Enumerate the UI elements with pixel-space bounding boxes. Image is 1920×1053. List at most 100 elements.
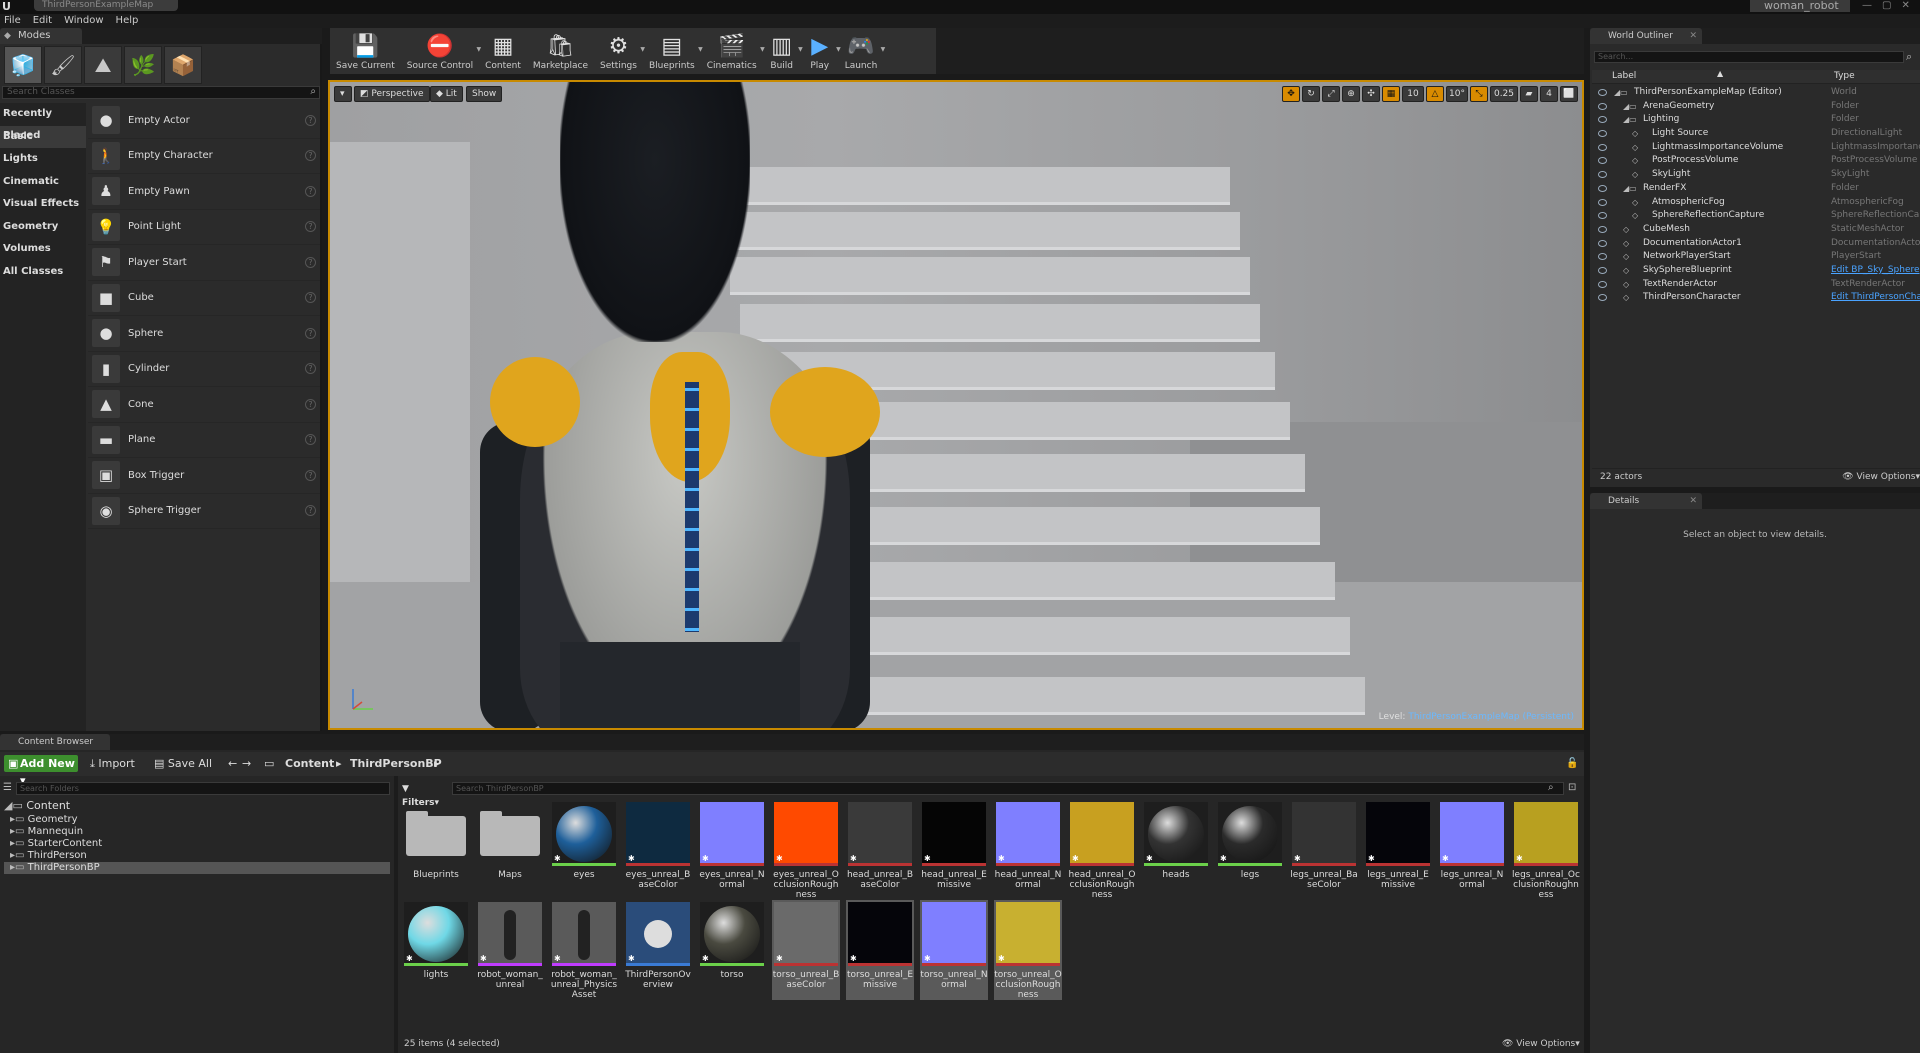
category-visual-effects[interactable]: Visual Effects	[0, 193, 86, 216]
class-item[interactable]: ● Sphere?	[88, 316, 320, 352]
details-tab[interactable]: Details ✕	[1590, 493, 1702, 509]
category-cinematic[interactable]: Cinematic	[0, 171, 86, 194]
asset-tile[interactable]: ✱ torso_unreal_Normal	[920, 900, 988, 1000]
visibility-eye-icon[interactable]	[1598, 225, 1607, 233]
help-icon[interactable]: ?	[305, 398, 316, 410]
outliner-row[interactable]: ◢▭ Lighting Folder	[1592, 113, 1920, 127]
rotate-tool-icon[interactable]: ↻	[1302, 86, 1320, 102]
visibility-eye-icon[interactable]	[1598, 253, 1607, 261]
asset-tile[interactable]: ✱ legs_unreal_Normal	[1438, 800, 1506, 900]
close-icon[interactable]: ✕	[1689, 28, 1697, 44]
class-item[interactable]: ■ Cube?	[88, 281, 320, 316]
asset-tile[interactable]: ✱ head_unreal_OcclusionRoughness	[1068, 800, 1136, 900]
asset-tile[interactable]: ✱ robot_woman_unreal_PhysicsAsset	[550, 900, 618, 1000]
grid-snap-value[interactable]: 10	[1402, 86, 1424, 102]
asset-tile[interactable]: ✱ legs_unreal_BaseColor	[1290, 800, 1358, 900]
outliner-row[interactable]: ◢▭ ArenaGeometry Folder	[1592, 100, 1920, 114]
play-button[interactable]: ▶ Play ▼	[801, 28, 840, 74]
visibility-eye-icon[interactable]	[1598, 184, 1607, 192]
launch-button[interactable]: 🎮 Launch ▼	[839, 28, 886, 74]
window-controls[interactable]: —▢✕	[1862, 0, 1920, 11]
outliner-row[interactable]: ◢▭ ThirdPersonExampleMap (Editor) World	[1592, 86, 1920, 100]
rotation-snap-icon[interactable]: △	[1426, 86, 1444, 102]
content-view-options[interactable]: 👁 View Options▾	[1502, 1039, 1580, 1049]
class-item[interactable]: ▮ Cylinder?	[88, 352, 320, 387]
help-icon[interactable]: ?	[305, 185, 316, 197]
category-geometry[interactable]: Geometry	[0, 216, 86, 239]
visibility-eye-icon[interactable]	[1598, 102, 1607, 110]
type-column-header[interactable]: Type	[1834, 71, 1855, 81]
visibility-eye-icon[interactable]	[1598, 116, 1607, 124]
asset-tile[interactable]: ✱ lights	[402, 900, 470, 1000]
asset-tile[interactable]: ✱ torso	[698, 900, 766, 1000]
level-tab[interactable]: ThirdPersonExampleMap	[34, 0, 178, 11]
save-all-button[interactable]: ▤ Save All	[154, 756, 212, 772]
save-current-button[interactable]: 💾 Save Current	[330, 28, 401, 74]
project-tab[interactable]: woman_robot	[1750, 0, 1850, 12]
menu-edit[interactable]: Edit	[33, 14, 52, 28]
outliner-row[interactable]: ◇ CubeMesh StaticMeshActor	[1592, 223, 1920, 237]
forward-arrow-icon[interactable]: →	[242, 756, 251, 772]
help-icon[interactable]: ?	[305, 150, 316, 162]
asset-tile[interactable]: ✱ eyes_unreal_BaseColor	[624, 800, 692, 900]
outliner-search-input[interactable]: Search...	[1594, 51, 1904, 63]
paint-mode-icon[interactable]: 🖌	[44, 46, 82, 84]
rotation-snap-value[interactable]: 10°	[1446, 86, 1468, 102]
folder-tree-item[interactable]: ▸▭ Mannequin	[4, 826, 390, 838]
import-button[interactable]: ⤓ Import	[90, 756, 135, 772]
asset-tile[interactable]: ✱ legs_unreal_OcclusionRoughness	[1512, 800, 1580, 900]
folder-tree-item[interactable]: ▸▭ ThirdPerson	[4, 850, 390, 862]
class-item[interactable]: ⚑ Player Start?	[88, 245, 320, 281]
outliner-row[interactable]: ◇ SkyLight SkyLight	[1592, 168, 1920, 182]
maximize-viewport-icon[interactable]: ⬜	[1560, 86, 1578, 102]
camera-speed-value[interactable]: 4	[1540, 86, 1558, 102]
asset-tile[interactable]: ✱ torso_unreal_OcclusionRoughness	[994, 900, 1062, 1000]
asset-tile[interactable]: Maps	[476, 800, 544, 900]
scale-snap-value[interactable]: 0.25	[1490, 86, 1518, 102]
category-volumes[interactable]: Volumes	[0, 238, 86, 261]
build-button[interactable]: ▥ Build ▼	[763, 28, 802, 74]
asset-tile[interactable]: ✱ eyes_unreal_Normal	[698, 800, 766, 900]
lit-button[interactable]: ◆ Lit	[430, 86, 463, 102]
asset-tile[interactable]: ✱ eyes	[550, 800, 618, 900]
foliage-mode-icon[interactable]: 🌿	[124, 46, 162, 84]
help-icon[interactable]: ?	[305, 114, 316, 126]
outliner-view-options[interactable]: 👁 View Options▾	[1842, 469, 1920, 485]
asset-tile[interactable]: ✱ eyes_unreal_OcclusionRoughness	[772, 800, 840, 900]
help-icon[interactable]: ?	[305, 327, 316, 339]
category-basic[interactable]: Basic	[0, 125, 86, 148]
sources-toggle-icon[interactable]: ☰	[3, 782, 12, 793]
category-lights[interactable]: Lights	[0, 148, 86, 171]
folder-tree-item[interactable]: ▸▭ StarterContent	[4, 838, 390, 850]
menu-file[interactable]: File	[4, 14, 21, 28]
menu-help[interactable]: Help	[116, 14, 139, 28]
show-button[interactable]: Show	[466, 86, 503, 102]
landscape-mode-icon[interactable]: ⛰	[84, 46, 122, 84]
visibility-eye-icon[interactable]	[1598, 239, 1607, 247]
visibility-eye-icon[interactable]	[1598, 280, 1607, 288]
surface-snap-icon[interactable]: ✣	[1362, 86, 1380, 102]
lock-icon[interactable]: 🔓	[1566, 756, 1578, 772]
scale-snap-icon[interactable]: ⤡	[1470, 86, 1488, 102]
visibility-eye-icon[interactable]	[1598, 198, 1607, 206]
visibility-eye-icon[interactable]	[1598, 212, 1607, 220]
level-name[interactable]: ThirdPersonExampleMap (Persistent)	[1408, 712, 1574, 722]
outliner-row[interactable]: ◇ ThirdPersonCharacter Edit ThirdPersonCha	[1592, 291, 1920, 305]
sort-ascending-icon[interactable]: ▲	[1717, 69, 1723, 78]
blueprints-button[interactable]: ▤ Blueprints ▼	[643, 28, 703, 74]
class-item[interactable]: ● Empty Actor?	[88, 103, 320, 139]
asset-tile[interactable]: ✱ torso_unreal_Emissive	[846, 900, 914, 1000]
content-button[interactable]: ▦ Content	[479, 28, 527, 74]
asset-tile[interactable]: ✱ head_unreal_BaseColor	[846, 800, 914, 900]
chevron-down-icon[interactable]: ▼	[881, 46, 886, 53]
settings-button[interactable]: ⚙ Settings ▼	[594, 28, 645, 74]
class-item[interactable]: ▬ Plane?	[88, 423, 320, 458]
scale-tool-icon[interactable]: ⤢	[1322, 86, 1340, 102]
outliner-row[interactable]: ◇ SphereReflectionCapture SphereReflection…	[1592, 209, 1920, 223]
class-item[interactable]: 💡 Point Light?	[88, 210, 320, 245]
level-viewport[interactable]: ▾ ◩ Perspective ◆ Lit Show ✥ ↻ ⤢ ⊕ ✣ ▦ 1…	[328, 80, 1584, 730]
visibility-eye-icon[interactable]	[1598, 89, 1607, 96]
breadcrumb-content[interactable]: Content	[285, 756, 334, 772]
asset-tile[interactable]: ✱ ThirdPersonOverview	[624, 900, 692, 1000]
outliner-row[interactable]: ◢▭ RenderFX Folder	[1592, 182, 1920, 196]
